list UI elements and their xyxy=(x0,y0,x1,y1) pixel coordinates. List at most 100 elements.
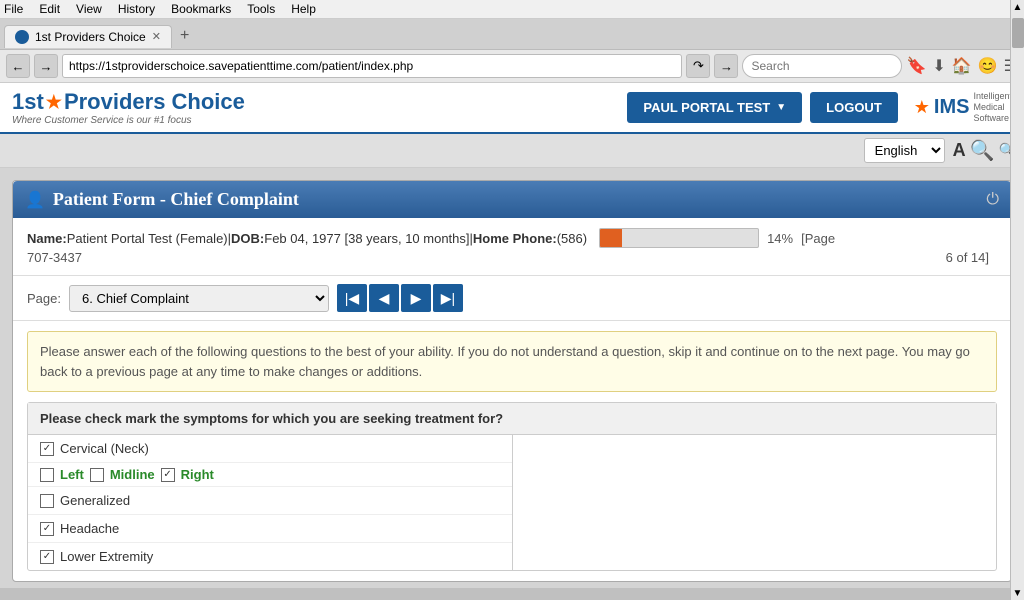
menu-edit[interactable]: Edit xyxy=(39,2,60,16)
scroll-up-button[interactable]: ▲ xyxy=(1011,0,1024,14)
user-icon: 👤 xyxy=(25,190,45,210)
symptom-cervical: Cervical (Neck) xyxy=(28,435,512,463)
search-input[interactable] xyxy=(742,54,902,78)
ims-label: IMS xyxy=(934,96,970,119)
ims-star-icon: ★ xyxy=(914,97,930,118)
zoom-in-button[interactable]: 🔍 xyxy=(970,138,995,163)
back-button[interactable]: ← xyxy=(6,54,30,78)
midline-checkbox[interactable] xyxy=(90,468,104,482)
instruction-text: Please answer each of the following ques… xyxy=(40,344,970,379)
language-bar: English Spanish French A 🔍 🔍 xyxy=(0,134,1024,168)
name-label: Name: xyxy=(27,231,67,246)
page-navigation: Page: 6. Chief Complaint 1. Registration… xyxy=(13,276,1011,321)
panel-title-text: Patient Form - Chief Complaint xyxy=(53,189,299,210)
headache-label: Headache xyxy=(60,521,119,536)
menu-view[interactable]: View xyxy=(76,2,102,16)
page-of-info: [Page xyxy=(801,231,835,246)
home-icon[interactable]: 🏠 xyxy=(952,56,972,76)
menu-tools[interactable]: Tools xyxy=(247,2,275,16)
ims-subtitle: IntelligentMedicalSoftware xyxy=(973,91,1012,123)
progress-label: 14% xyxy=(767,231,793,246)
headache-checkbox[interactable] xyxy=(40,522,54,536)
power-icon[interactable]: ⏻ xyxy=(986,191,999,209)
portal-button[interactable]: PAUL PORTAL TEST ▼ xyxy=(627,92,802,123)
menu-file[interactable]: File xyxy=(4,2,23,16)
header-buttons: PAUL PORTAL TEST ▼ LOGOUT ★ IMS Intellig… xyxy=(627,91,1012,123)
phone-label: Home Phone: xyxy=(473,231,557,246)
page-select[interactable]: 6. Chief Complaint 1. Registration xyxy=(69,285,329,312)
go-button[interactable]: → xyxy=(714,54,738,78)
form-panel: 👤 Patient Form - Chief Complaint ⏻ Name:… xyxy=(12,180,1012,582)
symptom-directions: Left Midline Right xyxy=(28,463,512,487)
menu-help[interactable]: Help xyxy=(291,2,316,16)
symptoms-header: Please check mark the symptoms for which… xyxy=(28,403,996,435)
download-icon[interactable]: ⬇ xyxy=(932,56,945,76)
progress-bar xyxy=(599,228,759,248)
last-page-button[interactable]: ▶| xyxy=(433,284,463,312)
dob-value: Feb 04, 1977 xyxy=(264,231,341,246)
right-label: Right xyxy=(181,467,214,482)
phone-value: (586) xyxy=(557,231,587,246)
scroll-thumb[interactable] xyxy=(1012,18,1024,48)
bookmark-icon[interactable]: 🔖 xyxy=(906,56,926,76)
logo-star: ★ xyxy=(46,92,62,113)
progress-container: 14% xyxy=(599,228,793,248)
left-label: Left xyxy=(60,467,84,482)
phone-number-2: 707-3437 xyxy=(27,250,82,265)
profile-icon[interactable]: 😊 xyxy=(978,56,998,76)
symptom-generalized: Generalized xyxy=(28,487,512,515)
midline-label: Midline xyxy=(110,467,155,482)
portal-button-label: PAUL PORTAL TEST xyxy=(643,100,770,115)
logo-area: 1st★Providers Choice Where Customer Serv… xyxy=(12,89,627,126)
cervical-checkbox[interactable] xyxy=(40,442,54,456)
tab-favicon xyxy=(15,30,29,44)
phone-second-line: 707-3437 6 of 14] xyxy=(27,250,997,265)
text-size-controls: A 🔍 🔍 xyxy=(953,138,1016,163)
logo-subtitle: Where Customer Service is our #1 focus xyxy=(12,115,627,126)
ims-logo: ★ IMS IntelligentMedicalSoftware xyxy=(914,91,1012,123)
right-checkbox[interactable] xyxy=(161,468,175,482)
patient-name: Patient Portal Test (Female) xyxy=(67,231,228,246)
logo-prefix: 1st xyxy=(12,89,44,115)
dob-label: DOB: xyxy=(231,231,264,246)
cervical-label: Cervical (Neck) xyxy=(60,441,149,456)
logout-button[interactable]: LOGOUT xyxy=(810,92,898,123)
browser-tab[interactable]: 1st Providers Choice ✕ xyxy=(4,25,172,48)
text-size-large-button[interactable]: A xyxy=(953,140,966,161)
symptoms-list: Cervical (Neck) Left Midline Right xyxy=(28,435,513,570)
page-nav-label: Page: xyxy=(27,291,61,306)
patient-info: Name: Patient Portal Test (Female) | DOB… xyxy=(13,218,1011,276)
left-checkbox[interactable] xyxy=(40,468,54,482)
tab-title: 1st Providers Choice xyxy=(35,30,146,44)
generalized-label: Generalized xyxy=(60,493,130,508)
nav-bar: ← → ↷ → 🔖 ⬇ 🏠 😊 ☰ xyxy=(0,50,1024,83)
prev-page-button[interactable]: ◀ xyxy=(369,284,399,312)
progress-bar-fill xyxy=(600,229,622,247)
lower-extremity-checkbox[interactable] xyxy=(40,550,54,564)
generalized-checkbox[interactable] xyxy=(40,494,54,508)
refresh-button[interactable]: ↷ xyxy=(686,54,710,78)
new-tab-button[interactable]: + xyxy=(172,23,197,49)
page-count: 6 of 14] xyxy=(946,250,989,265)
url-bar[interactable] xyxy=(62,54,682,78)
symptoms-section: Please check mark the symptoms for which… xyxy=(27,402,997,571)
logo-main: Providers Choice xyxy=(64,89,245,115)
symptoms-right-panel xyxy=(513,435,997,570)
tab-close-button[interactable]: ✕ xyxy=(152,30,161,43)
app-header: 1st★Providers Choice Where Customer Serv… xyxy=(0,83,1024,134)
language-select[interactable]: English Spanish French xyxy=(864,138,945,163)
menu-bookmarks[interactable]: Bookmarks xyxy=(171,2,231,16)
age-value: [38 years, 10 months] xyxy=(341,231,470,246)
symptom-lower-extremity: Lower Extremity xyxy=(28,543,512,570)
menu-history[interactable]: History xyxy=(118,2,155,16)
window-scrollbar: ▲ ▼ xyxy=(1010,0,1024,600)
instruction-box: Please answer each of the following ques… xyxy=(27,331,997,392)
next-page-button[interactable]: ▶ xyxy=(401,284,431,312)
forward-button[interactable]: → xyxy=(34,54,58,78)
portal-dropdown-arrow: ▼ xyxy=(776,102,786,113)
first-page-button[interactable]: |◀ xyxy=(337,284,367,312)
menubar: File Edit View History Bookmarks Tools H… xyxy=(0,0,1024,19)
symptoms-body: Cervical (Neck) Left Midline Right xyxy=(28,435,996,570)
panel-header: 👤 Patient Form - Chief Complaint ⏻ xyxy=(13,181,1011,218)
scroll-down-button[interactable]: ▼ xyxy=(1011,586,1024,600)
